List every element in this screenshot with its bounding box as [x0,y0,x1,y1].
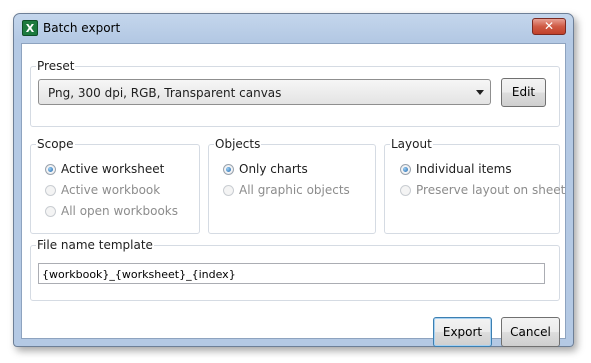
radio-button[interactable] [400,185,411,196]
file-name-template-label: File name template [36,238,154,252]
scope-group-label: Scope [36,137,75,151]
radio-button-checked[interactable] [400,164,411,175]
export-button[interactable]: Export [433,317,492,347]
file-name-template-field[interactable] [38,263,545,284]
radio-button-checked[interactable] [223,164,234,175]
dialog-body: Preset Png, 300 dpi, RGB, Transparent ca… [21,43,566,347]
radio-label: Active worksheet [61,162,165,176]
radio-label: Active workbook [61,183,161,197]
radio-label: Only charts [239,162,308,176]
radio-button[interactable] [223,185,234,196]
radio-label: Individual items [416,162,512,176]
title-bar[interactable]: X Batch export ✕ [14,14,573,43]
layout-group-label: Layout [390,137,433,151]
cancel-button[interactable]: Cancel [501,317,560,347]
file-name-template-input[interactable] [42,266,522,282]
batch-export-dialog: X Batch export ✕ Preset Png, 300 dpi, RG… [13,13,574,347]
chevron-down-icon [476,90,484,95]
edit-preset-button[interactable]: Edit [501,78,546,107]
preset-selected-value: Png, 300 dpi, RGB, Transparent canvas [48,86,282,100]
radio-button-checked[interactable] [45,164,56,175]
close-icon: ✕ [543,19,555,33]
radio-button[interactable] [45,185,56,196]
radio-label: All open workbooks [61,204,178,218]
preset-group-label: Preset [36,59,76,73]
objects-group-label: Objects [214,137,262,151]
window-title: Batch export [43,21,121,35]
excel-icon: X [22,20,38,36]
radio-label: Preserve layout on sheet [416,183,566,197]
close-button[interactable]: ✕ [532,18,566,35]
radio-button[interactable] [45,206,56,217]
radio-label: All graphic objects [239,183,350,197]
preset-dropdown[interactable]: Png, 300 dpi, RGB, Transparent canvas [38,79,491,105]
